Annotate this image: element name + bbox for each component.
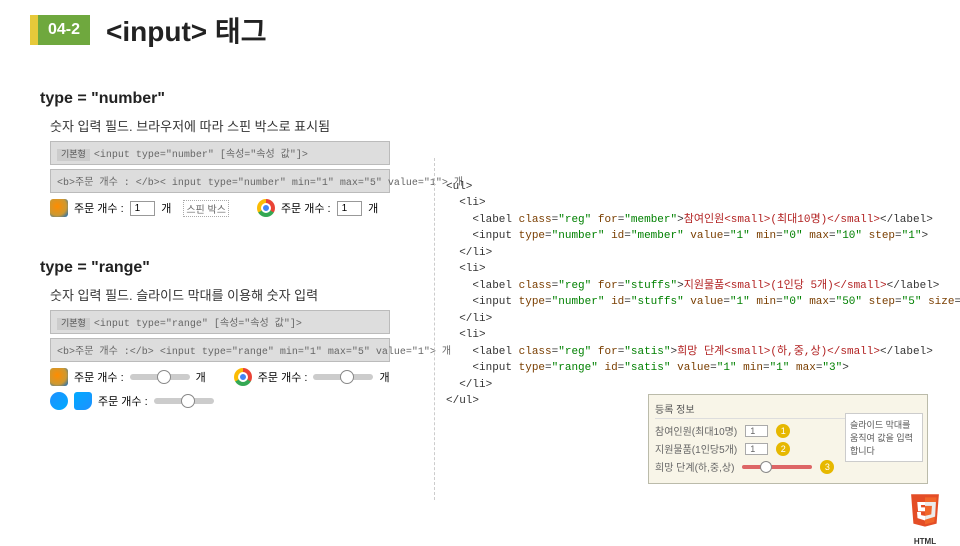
callout-2-icon: 2 xyxy=(776,442,790,456)
code-basic-text: <input type="range" [속성="속성 값"]> xyxy=(94,319,302,330)
browser-label: 주문 개수 : xyxy=(281,200,331,216)
code-basic-label: 기본형 xyxy=(57,149,90,161)
html5-logo-icon: HTML xyxy=(908,492,942,532)
result-tooltip: 슬라이드 막대를 움직여 값을 입력합니다 xyxy=(845,413,923,462)
result-label: 희망 단계(하,중,상) xyxy=(655,459,734,474)
section-number-desc: 숫자 입력 필드. 브라우저에 따라 스핀 박스로 표시됨 xyxy=(50,116,430,135)
spin-caption: 스핀 박스 xyxy=(183,200,229,217)
browser-row-ff-chrome: 주문 개수 : 1 개 스핀 박스 주문 개수 : 1 개 xyxy=(50,199,430,217)
code-basic-label: 기본형 xyxy=(57,318,90,330)
chapter-badge: 04-2 xyxy=(30,15,90,45)
browser-label: 주문 개수 : xyxy=(74,200,124,216)
code-sample-panel: <ul> <li> <label class="reg" for="member… xyxy=(446,162,960,410)
chrome-icon xyxy=(234,368,252,386)
firefox-icon xyxy=(50,368,68,386)
range-input-sample[interactable] xyxy=(154,398,214,404)
code-ex-row: <b>주문 개수 : </b>< input type="number" min… xyxy=(50,169,430,193)
result-preview-panel: 등록 정보 참여인원(최대10명) 1 1 지원물품(1인당5개) 1 2 희망… xyxy=(648,394,928,484)
browser-suffix: 개 xyxy=(196,369,206,385)
firefox-icon xyxy=(50,199,68,217)
result-label: 지원물품(1인당5개) xyxy=(655,441,737,456)
range-browser-row-2: 주문 개수 : xyxy=(50,392,430,410)
callout-1-icon: 1 xyxy=(776,424,790,438)
page-title: <input> 태그 xyxy=(106,10,266,50)
result-label: 참여인원(최대10명) xyxy=(655,423,737,438)
section-range-desc: 숫자 입력 필드. 슬라이드 막대를 이용해 숫자 입력 xyxy=(50,285,430,304)
result-number-input[interactable]: 1 xyxy=(745,425,768,437)
result-number-input[interactable]: 1 xyxy=(745,443,768,455)
callout-3-icon: 3 xyxy=(820,460,834,474)
number-input-sample[interactable]: 1 xyxy=(337,201,363,216)
code-ex-text: <input type="range" min="1" max="5" valu… xyxy=(154,347,451,358)
section-number-heading: type = "number" xyxy=(40,90,430,108)
browser-label: 주문 개수 : xyxy=(98,393,148,409)
range-input-sample[interactable] xyxy=(313,374,373,380)
number-input-sample[interactable]: 1 xyxy=(130,201,156,216)
browser-label: 주문 개수 : xyxy=(258,369,308,385)
browser-label: 주문 개수 : xyxy=(74,369,124,385)
range-code-basic-row: 기본형 <input type="range" [속성="속성 값"]> xyxy=(50,310,430,334)
range-input-sample[interactable] xyxy=(130,374,190,380)
edge-icon xyxy=(74,392,92,410)
ie-icon xyxy=(50,392,68,410)
code-ex-prefix: <b>주문 개수 : </b> xyxy=(57,178,160,189)
vertical-divider xyxy=(434,158,435,500)
result-range-input[interactable] xyxy=(742,465,812,469)
code-basic-text: <input type="number" [속성="속성 값"]> xyxy=(94,150,308,161)
range-browser-row-1: 주문 개수 : 개 주문 개수 : 개 xyxy=(50,368,430,386)
chrome-icon xyxy=(257,199,275,217)
browser-suffix: 개 xyxy=(379,369,389,385)
browser-suffix: 개 xyxy=(161,200,171,216)
code-basic-row: 기본형 <input type="number" [속성="속성 값"]> xyxy=(50,141,430,165)
range-code-ex-row: <b>주문 개수 :</b> <input type="range" min="… xyxy=(50,338,430,362)
section-range-heading: type = "range" xyxy=(40,259,430,277)
code-ex-prefix: <b>주문 개수 :</b> xyxy=(57,347,154,358)
html5-logo-text: HTML xyxy=(908,537,942,546)
code-ex-text: < input type="number" min="1" max="5" va… xyxy=(160,178,463,189)
browser-suffix: 개 xyxy=(368,200,378,216)
